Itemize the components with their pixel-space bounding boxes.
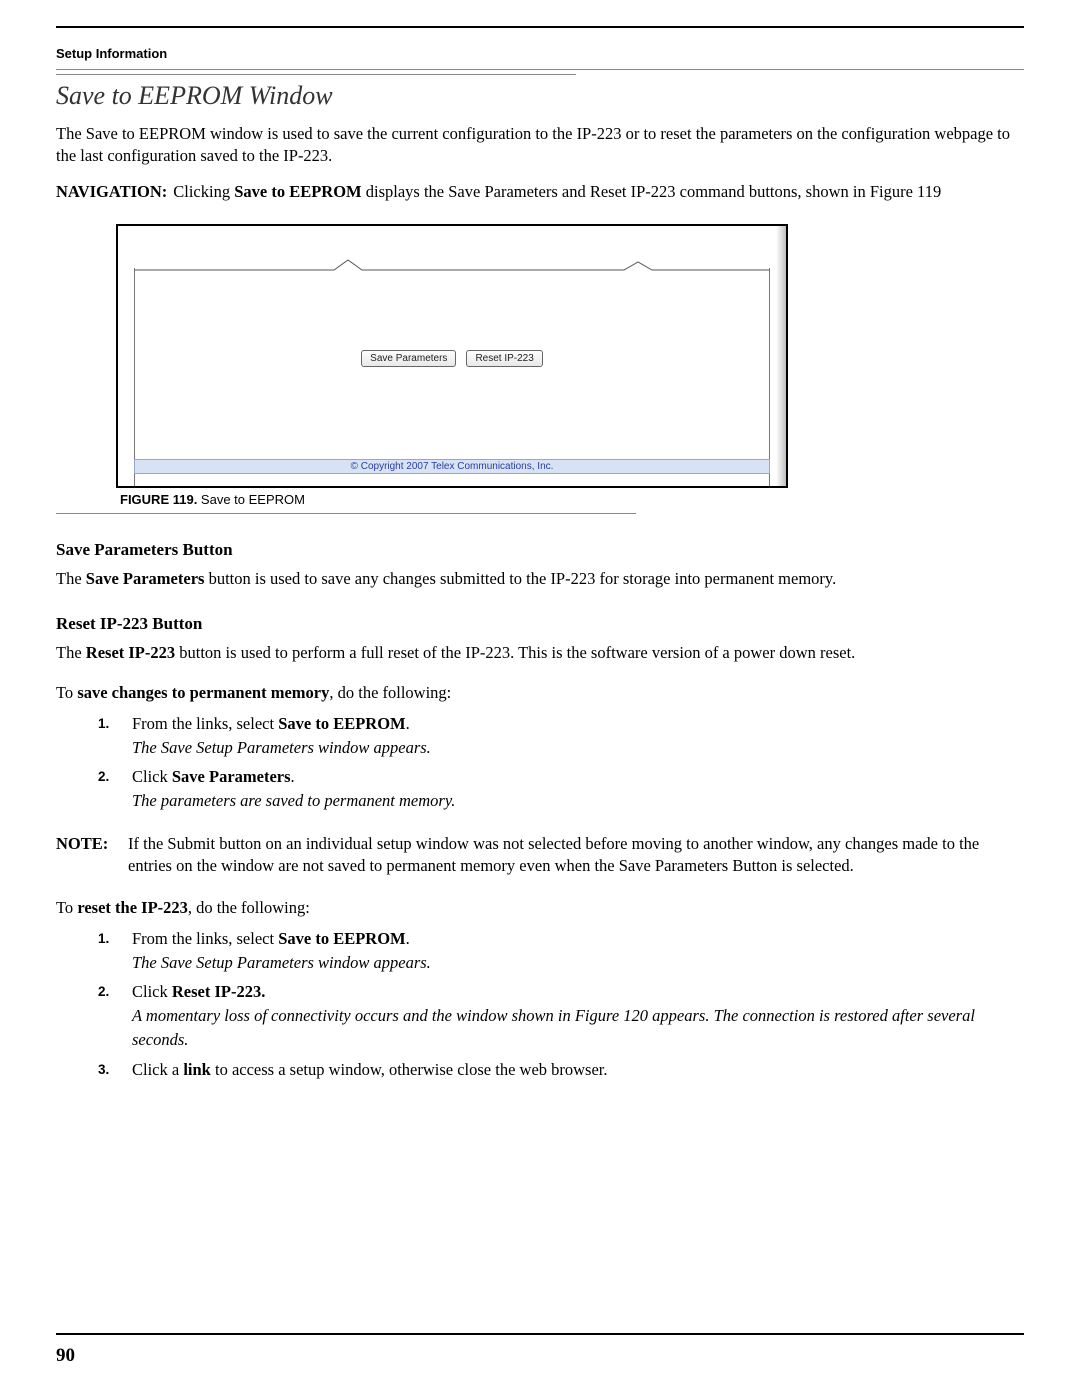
figure-caption-label: FIGURE 119. bbox=[120, 492, 197, 507]
section-title: Save to EEPROM Window bbox=[56, 81, 1024, 111]
r3-pre: Click a bbox=[132, 1060, 183, 1079]
s2-pre: Click bbox=[132, 767, 172, 786]
figure-shadow bbox=[776, 226, 786, 486]
save-lead-bold: save changes to permanent memory bbox=[77, 683, 329, 702]
section-rule-top bbox=[56, 74, 576, 75]
save-step-2: Click Save Parameters. The parameters ar… bbox=[112, 765, 1024, 813]
r2-pre: Click bbox=[132, 982, 172, 1001]
note-row: NOTE: If the Submit button on an individ… bbox=[56, 833, 1024, 877]
reset-steps: From the links, select Save to EEPROM. T… bbox=[56, 927, 1024, 1083]
rs-pre: The bbox=[56, 643, 86, 662]
save-params-text: The Save Parameters button is used to sa… bbox=[56, 568, 1024, 590]
reset-lead-post: , do the following: bbox=[188, 898, 310, 917]
reset-step-1: From the links, select Save to EEPROM. T… bbox=[112, 927, 1024, 975]
r2-bold: Reset IP-223. bbox=[172, 982, 265, 1001]
r2-result: A momentary loss of connectivity occurs … bbox=[132, 1006, 975, 1049]
figure-button-row: Save Parameters Reset IP-223 bbox=[118, 348, 786, 367]
sp-post: button is used to save any changes submi… bbox=[204, 569, 836, 588]
save-lead-pre: To bbox=[56, 683, 77, 702]
note-body: If the Submit button on an individual se… bbox=[128, 833, 1024, 877]
s1-post: . bbox=[406, 714, 410, 733]
header-rule bbox=[56, 69, 1024, 70]
figure-copyright: © Copyright 2007 Telex Communications, I… bbox=[134, 459, 770, 474]
navigation-label: NAVIGATION: bbox=[56, 181, 173, 203]
figure-caption-text: Save to EEPROM bbox=[197, 492, 305, 507]
reset-step-2: Click Reset IP-223. A momentary loss of … bbox=[112, 980, 1024, 1052]
figure-panel bbox=[134, 268, 770, 486]
rs-bold: Reset IP-223 bbox=[86, 643, 175, 662]
sp-pre: The bbox=[56, 569, 86, 588]
r3-bold: link bbox=[183, 1060, 211, 1079]
r1-result: The Save Setup Parameters window appears… bbox=[132, 953, 431, 972]
sp-bold: Save Parameters bbox=[86, 569, 205, 588]
page: Setup Information Save to EEPROM Window … bbox=[0, 0, 1080, 1397]
save-parameters-button[interactable]: Save Parameters bbox=[361, 350, 456, 367]
save-params-heading: Save Parameters Button bbox=[56, 540, 1024, 560]
running-header: Setup Information bbox=[56, 46, 1024, 61]
save-proc-lead: To save changes to permanent memory, do … bbox=[56, 682, 1024, 704]
bottom-rule bbox=[56, 1333, 1024, 1335]
save-lead-post: , do the following: bbox=[329, 683, 451, 702]
reset-ip223-button[interactable]: Reset IP-223 bbox=[466, 350, 542, 367]
reset-heading: Reset IP-223 Button bbox=[56, 614, 1024, 634]
s1-result: The Save Setup Parameters window appears… bbox=[132, 738, 431, 757]
page-number: 90 bbox=[56, 1345, 75, 1367]
intro-paragraph: The Save to EEPROM window is used to sav… bbox=[56, 123, 1024, 167]
rs-post: button is used to perform a full reset o… bbox=[175, 643, 855, 662]
reset-step-3: Click a link to access a setup window, o… bbox=[112, 1058, 1024, 1082]
figure-caption: FIGURE 119. Save to EEPROM bbox=[120, 492, 1024, 507]
s2-result: The parameters are saved to permanent me… bbox=[132, 791, 455, 810]
save-step-1: From the links, select Save to EEPROM. T… bbox=[112, 712, 1024, 760]
reset-proc-lead: To reset the IP-223, do the following: bbox=[56, 897, 1024, 919]
nav-text-suffix: displays the Save Parameters and Reset I… bbox=[362, 182, 942, 201]
save-steps: From the links, select Save to EEPROM. T… bbox=[56, 712, 1024, 814]
r1-pre: From the links, select bbox=[132, 929, 278, 948]
reset-lead-bold: reset the IP-223 bbox=[77, 898, 188, 917]
s1-bold: Save to EEPROM bbox=[278, 714, 405, 733]
reset-text: The Reset IP-223 button is used to perfo… bbox=[56, 642, 1024, 664]
top-rule bbox=[56, 26, 1024, 28]
figure-frame: Save Parameters Reset IP-223 © Copyright… bbox=[116, 224, 788, 488]
section-rule-after-figure bbox=[56, 513, 636, 514]
figure-119: Save Parameters Reset IP-223 © Copyright… bbox=[116, 224, 1024, 507]
s1-pre: From the links, select bbox=[132, 714, 278, 733]
navigation-body: Clicking Save to EEPROM displays the Sav… bbox=[173, 181, 1024, 203]
navigation-row: NAVIGATION: Clicking Save to EEPROM disp… bbox=[56, 181, 1024, 203]
note-label: NOTE: bbox=[56, 833, 128, 877]
nav-text-prefix: Clicking bbox=[173, 182, 234, 201]
r1-bold: Save to EEPROM bbox=[278, 929, 405, 948]
r1-post: . bbox=[406, 929, 410, 948]
s2-post: . bbox=[291, 767, 295, 786]
s2-bold: Save Parameters bbox=[172, 767, 291, 786]
r3-post: to access a setup window, otherwise clos… bbox=[211, 1060, 608, 1079]
nav-bold: Save to EEPROM bbox=[234, 182, 361, 201]
reset-lead-pre: To bbox=[56, 898, 77, 917]
